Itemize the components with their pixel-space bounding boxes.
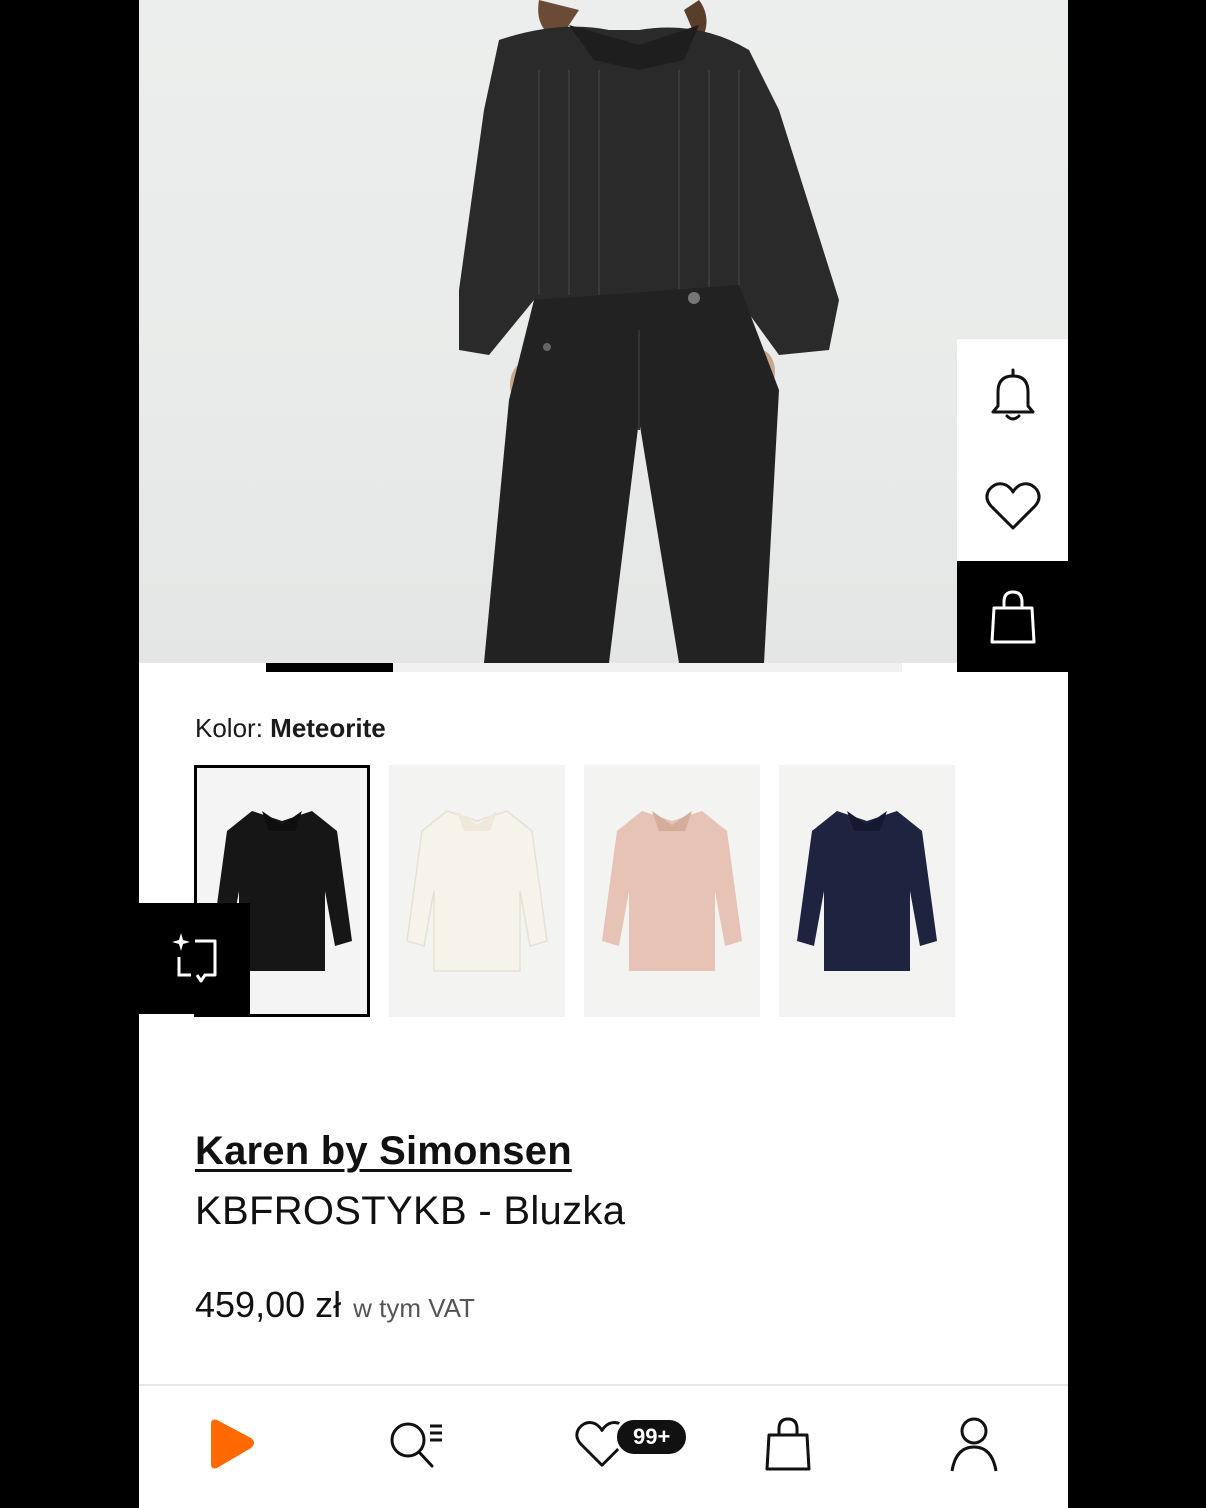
notify-button[interactable] bbox=[957, 339, 1068, 450]
gallery-progress-indicator bbox=[266, 663, 393, 672]
heart-icon bbox=[984, 481, 1041, 529]
nav-bag[interactable] bbox=[748, 1412, 828, 1476]
nav-search[interactable] bbox=[377, 1412, 457, 1476]
blouse-thumbnail bbox=[797, 811, 937, 971]
nav-home[interactable] bbox=[191, 1412, 271, 1476]
swatch-white[interactable] bbox=[389, 765, 565, 1017]
color-value: Meteorite bbox=[270, 713, 386, 743]
product-image[interactable] bbox=[139, 0, 1068, 663]
brand-link[interactable]: Karen by Simonsen bbox=[195, 1129, 572, 1174]
product-title: KBFROSTYKB - Bluzka bbox=[195, 1189, 626, 1233]
bag-icon bbox=[765, 1417, 811, 1471]
color-label-prefix: Kolor: bbox=[195, 713, 263, 743]
floating-actions bbox=[957, 339, 1068, 672]
find-similar-button[interactable] bbox=[139, 903, 250, 1014]
swatch-navy[interactable] bbox=[779, 765, 955, 1017]
swatch-rose[interactable] bbox=[584, 765, 760, 1017]
bottom-navigation: 99+ bbox=[139, 1384, 1068, 1508]
account-icon bbox=[950, 1417, 998, 1472]
add-to-bag-button[interactable] bbox=[957, 561, 1068, 672]
bell-icon bbox=[991, 368, 1034, 420]
product-photo-illustration bbox=[459, 0, 839, 663]
vat-note: w tym VAT bbox=[353, 1293, 475, 1323]
app-screen: Kolor: Meteorite Karen by Simonsen KBFRO… bbox=[139, 0, 1068, 1508]
color-swatches bbox=[194, 765, 955, 1017]
sparkle-frame-icon bbox=[171, 932, 216, 982]
nav-account[interactable] bbox=[934, 1412, 1014, 1476]
search-icon bbox=[390, 1422, 442, 1468]
blouse-thumbnail bbox=[406, 810, 548, 972]
wishlist-count-badge: 99+ bbox=[614, 1417, 690, 1457]
price-row: 459,00 zł w tym VAT bbox=[195, 1284, 475, 1326]
shopping-bag-icon bbox=[990, 589, 1035, 643]
blouse-thumbnail bbox=[602, 811, 742, 971]
price: 459,00 zł bbox=[195, 1284, 342, 1325]
wishlist-button[interactable] bbox=[957, 450, 1068, 561]
color-label: Kolor: Meteorite bbox=[195, 713, 386, 744]
home-logo-icon bbox=[211, 1419, 254, 1469]
